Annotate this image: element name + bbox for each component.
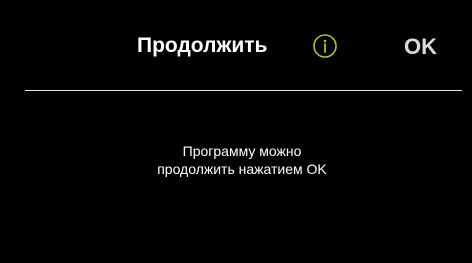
dialog-title: Продолжить — [137, 34, 268, 57]
divider — [25, 90, 462, 91]
dialog-message: Программу можно продолжить нажатием OK — [0, 142, 472, 178]
ok-button[interactable]: OK — [404, 34, 437, 60]
message-line-1: Программу можно — [182, 143, 302, 159]
info-icon[interactable] — [312, 33, 338, 59]
message-line-2: продолжить нажатием OK — [157, 161, 327, 177]
dialog-screen: Продолжить OK Программу можно продолжить… — [0, 0, 472, 263]
